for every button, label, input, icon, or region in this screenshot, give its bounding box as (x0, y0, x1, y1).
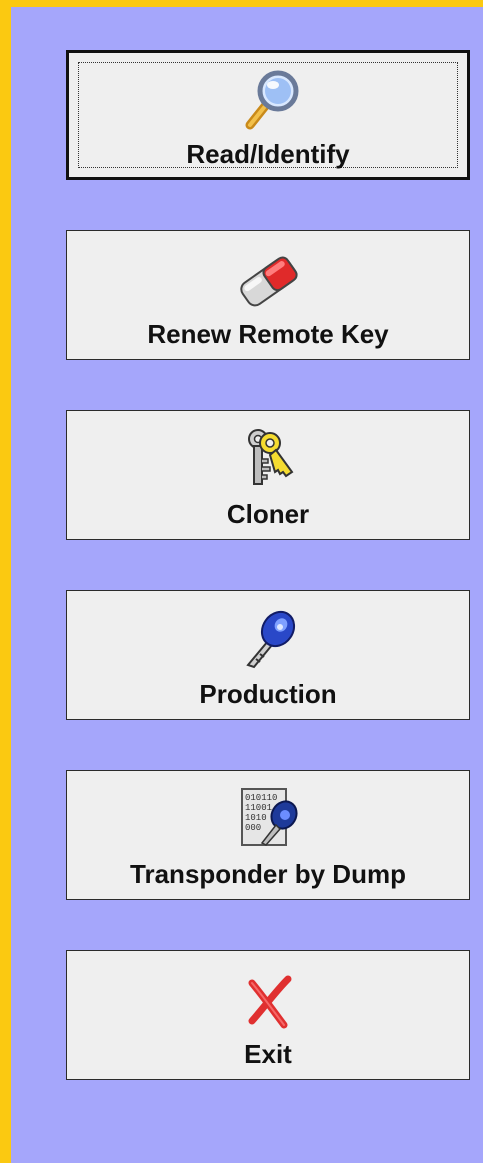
transponder-by-dump-button[interactable]: 010110 11001 1010 000 Transponder by Dum… (66, 770, 470, 900)
blue-key-icon (228, 605, 308, 671)
svg-text:1010: 1010 (245, 813, 267, 823)
svg-text:000: 000 (245, 823, 261, 833)
cloner-label: Cloner (226, 499, 310, 529)
exit-button[interactable]: Exit (66, 950, 470, 1080)
keys-icon (228, 425, 308, 491)
read-identify-label: Read/Identify (186, 139, 350, 169)
read-identify-button[interactable]: Read/Identify (66, 50, 470, 180)
eraser-icon (228, 245, 308, 311)
magnifier-icon (228, 67, 308, 133)
renew-remote-key-label: Renew Remote Key (147, 319, 389, 349)
menu-panel: Read/Identify Renew Remote Key Cloner Pr… (11, 7, 483, 1163)
svg-text:11001: 11001 (245, 803, 272, 813)
exit-x-icon (228, 965, 308, 1031)
binary-dump-icon: 010110 11001 1010 000 (228, 785, 308, 851)
svg-text:010110: 010110 (245, 793, 277, 803)
renew-remote-key-button[interactable]: Renew Remote Key (66, 230, 470, 360)
production-label: Production (199, 679, 337, 709)
production-button[interactable]: Production (66, 590, 470, 720)
transponder-by-dump-label: Transponder by Dump (130, 859, 406, 889)
cloner-button[interactable]: Cloner (66, 410, 470, 540)
exit-label: Exit (244, 1039, 292, 1069)
